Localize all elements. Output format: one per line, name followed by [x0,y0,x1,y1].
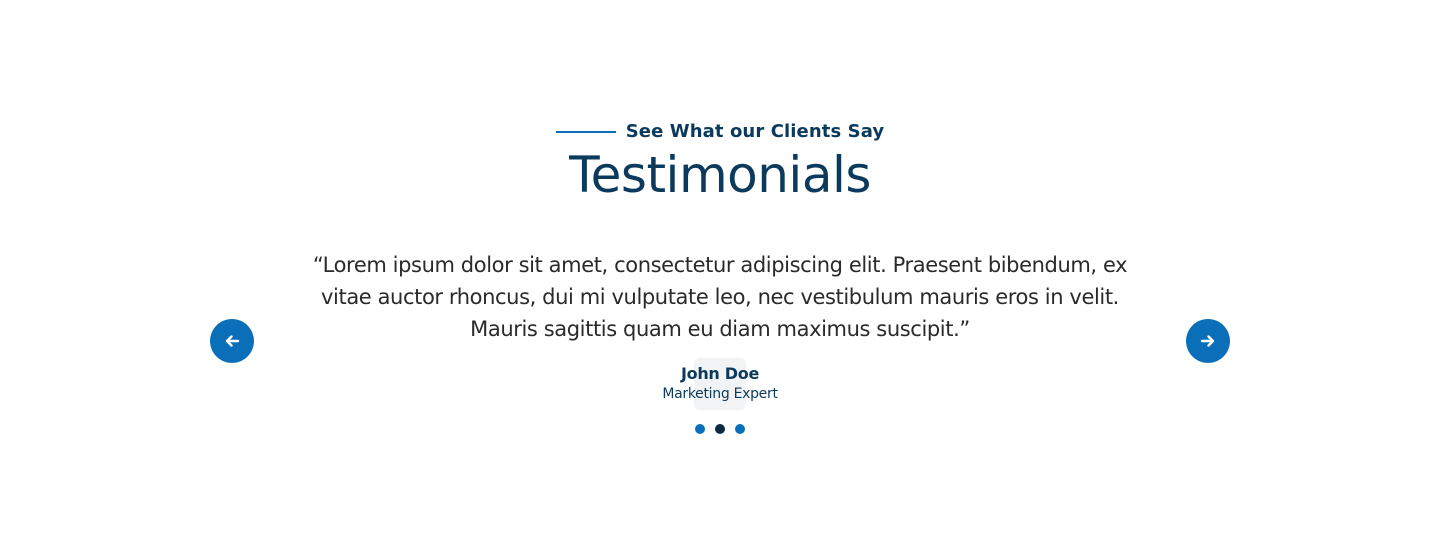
testimonials-section: See What our Clients Say Testimonials “L… [0,0,1440,554]
next-button[interactable] [1186,319,1230,363]
pagination-dots [0,424,1440,434]
eyebrow-text: See What our Clients Say [625,121,885,142]
eyebrow-line [555,130,616,133]
pagination-dot-2[interactable] [715,424,725,434]
author-name: John Doe [680,364,760,383]
testimonial-quote: “Lorem ipsum dolor sit amet, consectetur… [312,253,1128,341]
author-role: Marketing Expert [662,386,778,402]
arrow-left-icon [225,335,240,347]
pagination-dot-1[interactable] [695,424,705,434]
pagination-dot-3[interactable] [735,424,745,434]
prev-button[interactable] [210,319,254,363]
eyebrow: See What our Clients Say [0,121,1440,142]
section-title: Testimonials [569,146,871,204]
arrow-right-icon [1200,335,1215,347]
